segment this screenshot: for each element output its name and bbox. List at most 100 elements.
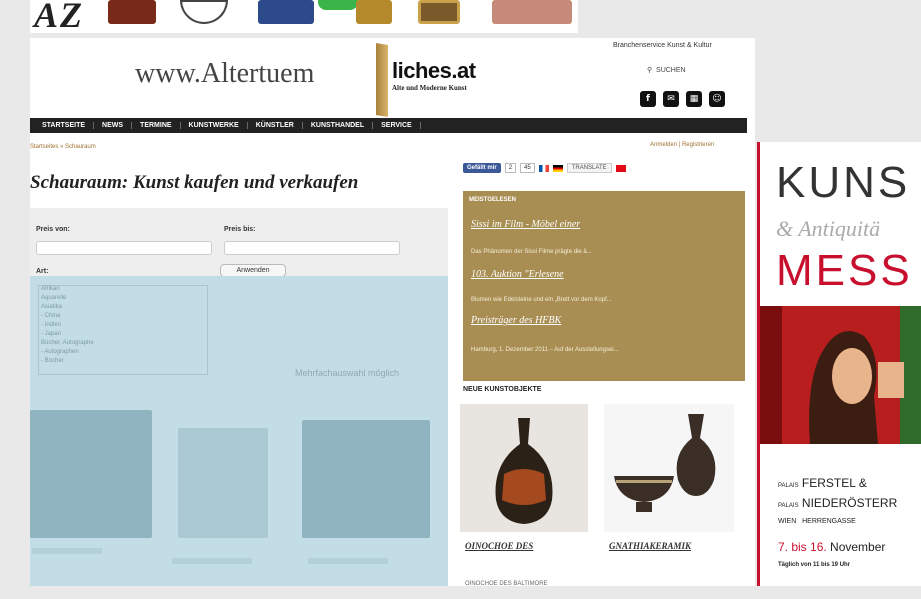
breadcrumb-separator: »: [60, 144, 64, 150]
ad-date-month: November: [830, 540, 886, 554]
nav-item-service[interactable]: SERVICE: [373, 122, 421, 129]
art-select-list[interactable]: Afrikan Aquarelle Asiatika - China - Ind…: [38, 285, 208, 375]
meistgelesen-box: MEISTGELESEN Sissi im Film - Möbel einer…: [463, 191, 745, 381]
banner-thumb[interactable]: [418, 0, 460, 24]
translate-button[interactable]: TRANSLATE: [566, 163, 612, 173]
nav-item-kuenstler[interactable]: KÜNSTLER: [248, 122, 303, 129]
meistgelesen-link-3[interactable]: Preisträger des HFBK: [471, 315, 561, 326]
service-link[interactable]: Branchenservice Kunst & Kultur: [613, 42, 712, 49]
user-icon[interactable]: ☺: [709, 91, 725, 107]
site-tagline: Alte und Moderne Kunst: [392, 84, 467, 92]
site-logo-bold[interactable]: liches.at: [392, 58, 476, 84]
price-to-label: Preis bis:: [224, 226, 256, 233]
register-link[interactable]: Registrieren: [682, 142, 714, 148]
main-nav: STARTSEITE NEWS TERMINE KUNSTWERKE KÜNST…: [30, 118, 747, 133]
art-label: Art:: [36, 268, 49, 275]
nav-item-kunstwerke[interactable]: KUNSTWERKE: [181, 122, 248, 129]
nav-item-kunsthandel[interactable]: KUNSTHANDEL: [303, 122, 374, 129]
ad-venue-1-name: FERSTEL &: [801, 476, 867, 490]
list-item[interactable]: - Bücher: [39, 358, 207, 367]
result-thumbnail[interactable]: [178, 428, 268, 538]
list-item[interactable]: Afrikan: [39, 286, 207, 295]
banner-thumb[interactable]: [108, 0, 156, 24]
facebook-like-button[interactable]: Gefällt mir: [463, 163, 501, 173]
price-to-input[interactable]: [224, 241, 400, 255]
result-caption: [172, 558, 252, 564]
flag-de-icon[interactable]: [552, 164, 563, 172]
banner-green-shape: [318, 0, 358, 10]
ad-headline-2: & Antiquitä: [776, 216, 881, 241]
neue-kunstobjekte-heading: NEUE KUNSTOBJEKTE: [463, 386, 542, 393]
artwork-caption-3[interactable]: OINOCHOE DES BALTIMORE: [465, 581, 548, 587]
list-item[interactable]: Bücher, Autographe: [39, 340, 207, 349]
artwork-image-oinochoe[interactable]: [460, 404, 588, 532]
page-title: Schauraum: Kunst kaufen und verkaufen: [30, 172, 359, 193]
screenshot-stage: AZ www.Altertuem liches.at Alte und Mode…: [0, 0, 921, 599]
meistgelesen-link-2[interactable]: 103. Auktion "Erlesene: [471, 269, 564, 280]
account-separator: |: [678, 142, 681, 148]
login-link[interactable]: Anmelden: [650, 142, 677, 148]
banner-thumb[interactable]: [356, 0, 392, 24]
ad-street: HERRENGASSE: [802, 518, 856, 525]
banner-logo: AZ: [34, 0, 85, 35]
meistgelesen-link-1[interactable]: Sissi im Film - Möbel einer: [471, 219, 580, 230]
meistgelesen-teaser-3: Hamburg, 1. Dezember 2011 – Auf der Auss…: [471, 347, 619, 353]
artwork-image-gnathia[interactable]: [604, 404, 734, 532]
nav-item-startseite[interactable]: STARTSEITE: [34, 122, 95, 129]
search-link[interactable]: ⚲ SUCHEN: [647, 66, 686, 74]
ad-hours: Täglich von 11 bis 19 Uhr: [778, 562, 851, 568]
gplus-count: 45: [520, 163, 535, 173]
list-item[interactable]: - Japan: [39, 331, 207, 340]
result-caption: [308, 558, 388, 564]
top-banner: AZ: [0, 0, 921, 38]
flag-fr-icon[interactable]: [538, 164, 549, 172]
ad-headline-1: KUNS: [776, 158, 911, 207]
artwork-caption-2[interactable]: GNATHIAKERAMIK: [609, 541, 691, 551]
ad-date: 7. bis 16. November: [778, 540, 885, 554]
price-from-label: Preis von:: [36, 226, 70, 233]
ad-date-range: 7. bis 16.: [778, 540, 827, 554]
list-item[interactable]: - Indien: [39, 322, 207, 331]
list-item[interactable]: Asiatika: [39, 304, 207, 313]
ad-venue-2-prefix: PALAIS: [778, 503, 799, 509]
breadcrumb-current: Schauraum: [65, 144, 96, 150]
ad-headline-3: MESS: [776, 246, 913, 295]
portrait-painting: [760, 306, 921, 444]
multi-select-hint: Mehrfachauswahl möglich: [295, 368, 400, 378]
price-from-input[interactable]: [36, 241, 212, 255]
list-item[interactable]: Aquarelle: [39, 295, 207, 304]
site-logo-text[interactable]: www.Altertuem: [135, 58, 314, 90]
social-icons: f ✉ ▦ ☺: [640, 91, 725, 107]
search-label: SUCHEN: [656, 67, 686, 74]
email-icon[interactable]: ✉: [663, 91, 679, 107]
search-icon: ⚲: [647, 67, 653, 74]
ad-city: WIEN: [778, 518, 797, 525]
list-item[interactable]: - Autographen: [39, 349, 207, 358]
meistgelesen-heading: MEISTGELESEN: [469, 197, 517, 203]
ad-address: WIEN HERRENGASSE: [778, 518, 856, 525]
nav-item-news[interactable]: NEWS: [94, 122, 133, 129]
result-thumbnail[interactable]: [30, 410, 152, 538]
meistgelesen-teaser-2: Blumen wie Edelsteine und ein „Brett vor…: [471, 297, 612, 303]
result-thumbnail[interactable]: [302, 420, 430, 538]
site-logo-book-icon: [376, 43, 388, 117]
like-count: 2: [504, 163, 517, 173]
account-links: Anmelden | Registrieren: [650, 142, 714, 148]
ad-venue-2: PALAIS NIEDERÖSTERR: [778, 496, 897, 510]
ad-venue-2-name: NIEDERÖSTERR: [801, 496, 898, 510]
banner-thumb[interactable]: [492, 0, 572, 24]
ad-venue-1-prefix: PALAIS: [778, 483, 799, 489]
nav-item-termine[interactable]: TERMINE: [132, 122, 181, 129]
artwork-caption-1[interactable]: OINOCHOE DES: [465, 541, 533, 551]
grid-icon[interactable]: ▦: [686, 91, 702, 107]
ad-venue-1: PALAIS FERSTEL &: [778, 476, 867, 490]
banner-thumb[interactable]: [258, 0, 314, 24]
list-item[interactable]: - China: [39, 313, 207, 322]
breadcrumb: Startseites » Schauraum: [30, 144, 96, 150]
facebook-icon[interactable]: f: [640, 91, 656, 107]
advertisement-banner[interactable]: KUNS & Antiquitä MESS PALAIS FERSTEL & P…: [757, 142, 921, 586]
breadcrumb-home[interactable]: Startseites: [30, 144, 58, 150]
vase-image: [460, 404, 588, 532]
social-share-row: Gefällt mir 2 45 TRANSLATE: [463, 162, 626, 174]
flag-tr-icon[interactable]: [615, 164, 626, 172]
